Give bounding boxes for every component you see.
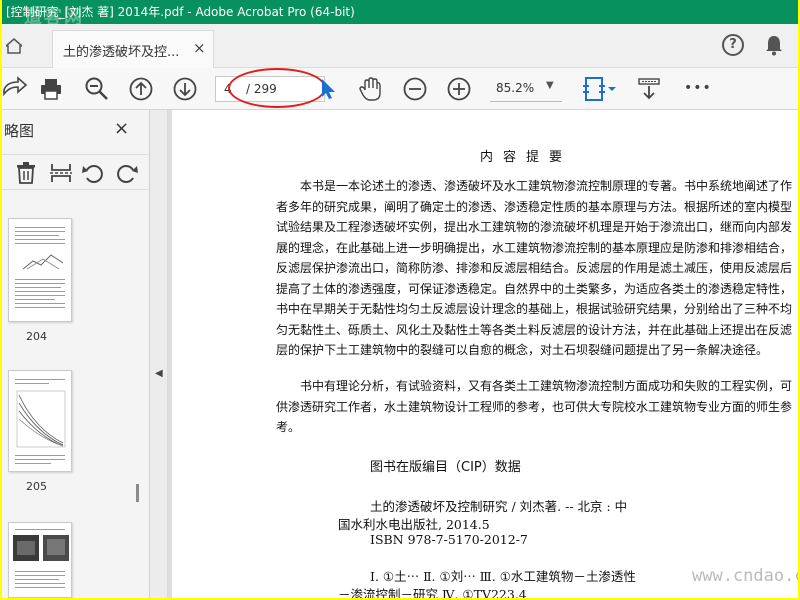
- cip-line: 国水利水电出版社, 2014.5: [338, 517, 490, 532]
- cip-line: ISBN 978-7-5170-2012-7: [370, 532, 528, 547]
- watermark-top: 道客网: [24, 7, 84, 24]
- more-tools-icon[interactable]: •••: [684, 80, 712, 96]
- cip-line: －渗流控制－研究 Ⅳ. ①TV223.4: [338, 587, 527, 598]
- thumbnails-panel: 略图 × 204 205: [2, 110, 150, 598]
- pdf-page: 内容提要 本书是一本论述土的渗透、渗透破坏及水工建筑物渗流控制原理的专著。书中系…: [172, 110, 798, 598]
- summary-paragraph-1: 本书是一本论述土的渗透、渗透破坏及水工建筑物渗流控制原理的专著。书中系统地阐述了…: [276, 179, 793, 357]
- next-page-icon[interactable]: [172, 76, 198, 102]
- document-view[interactable]: 内容提要 本书是一本论述土的渗透、渗透破坏及水工建筑物渗流控制原理的专著。书中系…: [168, 110, 798, 598]
- document-tabbar: 土的渗透破坏及控... × ?: [2, 24, 798, 68]
- cip-heading: 图书在版编目（CIP）数据: [370, 460, 521, 475]
- panel-collapse-handle[interactable]: ◀: [150, 110, 168, 598]
- thumbnail-page-label: 205: [26, 480, 47, 493]
- print-icon[interactable]: [38, 76, 64, 102]
- thumbnails-scrollbar[interactable]: [136, 484, 139, 502]
- thumbnail-toolbar: [2, 154, 150, 190]
- document-tab[interactable]: 土的渗透破坏及控... ×: [52, 30, 214, 68]
- thumbnail-page-label: 204: [26, 330, 47, 343]
- select-cursor-icon[interactable]: [316, 76, 342, 102]
- thumbnail-figure: [16, 390, 66, 448]
- page-thumbnail[interactable]: [8, 522, 72, 598]
- document-tab-label: 土的渗透破坏及控...: [63, 45, 180, 60]
- extract-pages-icon[interactable]: [50, 162, 72, 184]
- zoom-out-icon[interactable]: [402, 76, 428, 102]
- scroll-mode-icon[interactable]: [636, 76, 662, 102]
- watermark-bottom: www.cndao.com: [692, 566, 798, 586]
- thumbnail-figure: [23, 254, 63, 270]
- rotate-left-icon[interactable]: [82, 162, 104, 184]
- trash-icon[interactable]: [16, 162, 36, 184]
- page-fit-icon[interactable]: [582, 76, 616, 102]
- zoom-out-search-icon[interactable]: [84, 76, 110, 102]
- zoom-dropdown[interactable]: 85.2% ▼: [490, 76, 562, 102]
- page-thumbnail[interactable]: [8, 370, 72, 472]
- close-panel-icon[interactable]: ×: [114, 118, 129, 139]
- acrobat-window: [控制研究_[刘杰 著] 2014年.pdf - Adobe Acrobat P…: [2, 0, 798, 598]
- zoom-value: 85.2%: [496, 81, 535, 95]
- rotate-right-icon[interactable]: [116, 162, 138, 184]
- close-tab-icon[interactable]: ×: [193, 39, 206, 57]
- window-titlebar: [控制研究_[刘杰 著] 2014年.pdf - Adobe Acrobat P…: [2, 0, 798, 24]
- share-icon[interactable]: [2, 76, 28, 102]
- summary-paragraph-2: 书中有理论分析，有试验资料，又有各类土工建筑物渗流控制方面成功和失败的工程实例，…: [276, 379, 793, 434]
- chevron-down-icon: ▼: [546, 80, 554, 91]
- thumbnail-figure: [13, 535, 69, 561]
- thumbnails-panel-title: 略图: [4, 122, 35, 140]
- home-partial-icon[interactable]: [6, 38, 22, 54]
- hand-tool-icon[interactable]: [358, 76, 384, 102]
- bell-icon[interactable]: [764, 34, 784, 56]
- cip-line: Ⅰ. ①土⋯ Ⅱ. ①刘⋯ Ⅲ. ①水工建筑物－土渗透性: [370, 569, 636, 584]
- zoom-in-icon[interactable]: [446, 76, 472, 102]
- collapse-left-icon[interactable]: ◀: [155, 368, 163, 379]
- red-annotation-ellipse: [228, 68, 326, 108]
- page-thumbnail[interactable]: [8, 218, 72, 322]
- summary-heading: 内容提要: [480, 150, 573, 165]
- main-toolbar: 4 / 299 85.2% ▼ •••: [2, 68, 798, 110]
- previous-page-icon[interactable]: [128, 76, 154, 102]
- help-icon[interactable]: ?: [722, 34, 744, 56]
- cip-line: 土的渗透破坏及控制研究 / 刘杰著. -- 北京 : 中: [370, 499, 628, 514]
